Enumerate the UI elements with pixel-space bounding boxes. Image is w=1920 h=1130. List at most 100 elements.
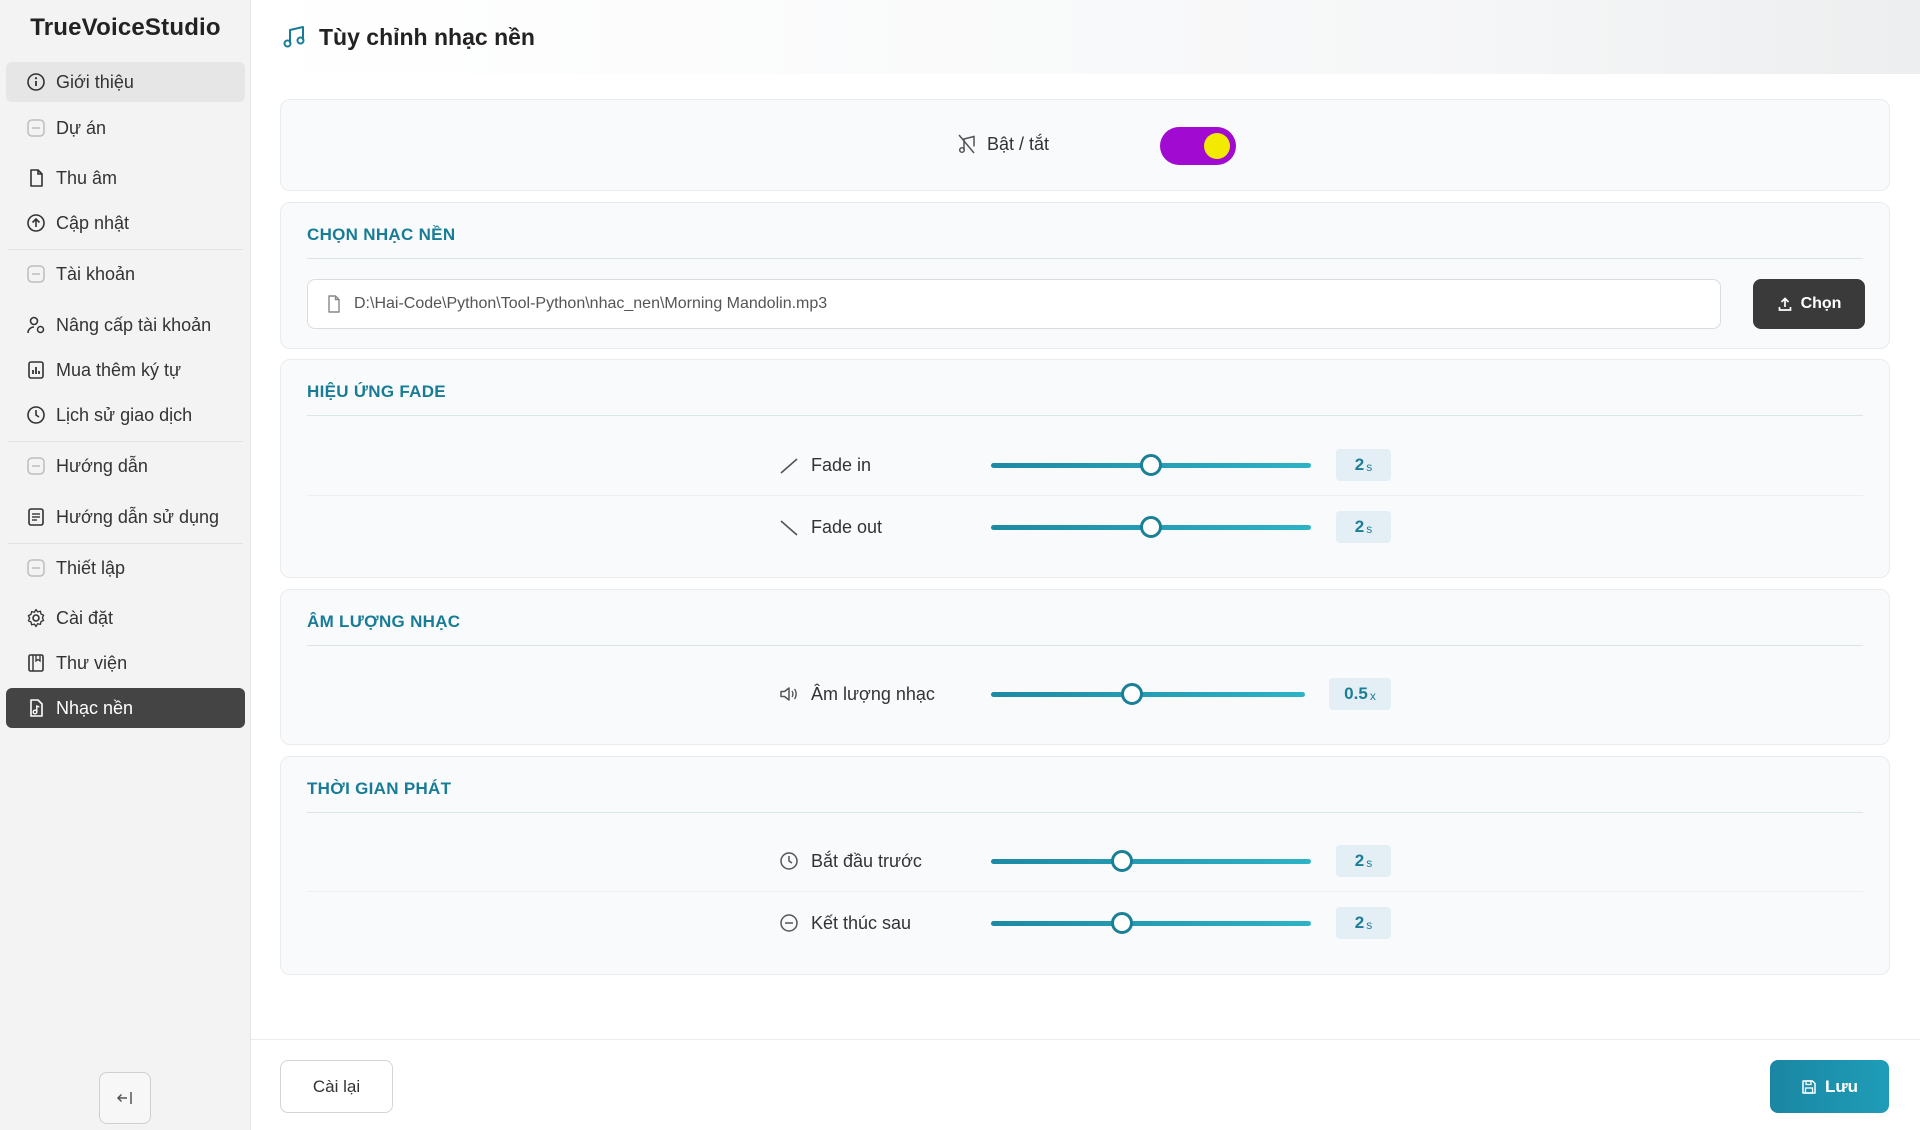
sidebar-item-label: Tài khoản xyxy=(56,263,136,284)
sidebar-item-thu-vien[interactable]: Thư viện xyxy=(6,643,245,683)
save-button-label: Lưu xyxy=(1824,1076,1859,1096)
end-after-value: 2 xyxy=(1354,913,1365,932)
end-after-label: Kết thúc sau xyxy=(811,913,912,933)
sidebar-item-label: Nhạc nền xyxy=(56,697,134,718)
clock-icon xyxy=(779,851,799,871)
sidebar-group-du-an[interactable]: Dự án xyxy=(6,108,245,148)
fade-out-value: 2 xyxy=(1354,517,1365,536)
sidebar-item-label: Thư viện xyxy=(56,652,128,673)
music-toggle-switch[interactable] xyxy=(1160,127,1236,165)
sidebar-item-label: Mua thêm ký tự xyxy=(56,359,182,380)
info-circle-icon xyxy=(26,72,46,92)
fade-out-label: Fade out xyxy=(811,517,883,537)
clock-history-icon xyxy=(26,405,46,425)
user-upgrade-icon xyxy=(26,315,46,335)
toggle-card: Bật / tắt xyxy=(280,99,1890,191)
choose-file-button[interactable]: Chọn xyxy=(1753,279,1865,329)
music-volume-control: Âm lượng nhạc 0.5 x xyxy=(779,674,1679,714)
fade-out-slider-thumb[interactable] xyxy=(1140,516,1162,538)
section-divider xyxy=(307,812,1863,813)
sidebar-item-gioi-thieu[interactable]: Giới thiệu xyxy=(6,62,245,102)
music-volume-unit: x xyxy=(1369,689,1376,703)
sidebar-item-label: Dự án xyxy=(56,117,107,138)
end-after-value-badge: 2s xyxy=(1336,907,1391,939)
save-button[interactable]: Lưu xyxy=(1770,1060,1889,1113)
sidebar-item-huong-dan-su-dung[interactable]: Hướng dẫn sử dụng xyxy=(6,497,245,537)
sidebar-item-nhac-nen[interactable]: Nhạc nền xyxy=(6,688,245,728)
toggle-label: Bật / tắt xyxy=(987,133,1050,154)
start-before-unit: s xyxy=(1366,856,1373,870)
minus-square-icon xyxy=(26,558,46,578)
fade-in-icon xyxy=(779,455,799,475)
toggle-row: Bật / tắt xyxy=(957,133,1049,155)
start-before-slider-track[interactable] xyxy=(991,859,1311,864)
collapse-sidebar-button[interactable] xyxy=(99,1072,151,1124)
gear-icon xyxy=(26,608,46,628)
section-title-thoi-gian-phat: THỜI GIAN PHÁT xyxy=(307,779,452,798)
sidebar-item-label: Nâng cấp tài khoản xyxy=(56,314,212,335)
chart-bar-icon xyxy=(26,360,46,380)
save-icon xyxy=(1801,1079,1817,1095)
sidebar-item-thu-am[interactable]: Thu âm xyxy=(6,158,245,198)
end-after-slider-track[interactable] xyxy=(991,921,1311,926)
volume-icon xyxy=(779,684,799,704)
section-divider xyxy=(307,415,1863,416)
start-before-value-badge: 2s xyxy=(1336,845,1391,877)
sidebar-item-label: Thiết lập xyxy=(56,557,126,578)
start-before-slider-thumb[interactable] xyxy=(1111,850,1134,872)
section-title-hieu-ung-fade: HIỆU ỨNG FADE xyxy=(307,382,446,401)
music-file-icon xyxy=(26,698,46,718)
file-path-field[interactable]: D:\Hai-Code\Python\Tool-Python\nhac_nen\… xyxy=(307,279,1721,329)
section-divider xyxy=(307,645,1863,646)
music-volume-value: 0.5 xyxy=(1344,684,1368,703)
sidebar-group-thiet-lap[interactable]: Thiết lập xyxy=(6,548,245,588)
sidebar-item-label: Lịch sử giao dịch xyxy=(56,404,193,425)
fade-in-unit: s xyxy=(1366,460,1373,474)
row-divider xyxy=(307,891,1863,892)
sidebar-item-lich-su-giao-dich[interactable]: Lịch sử giao dịch xyxy=(6,395,245,435)
minus-square-icon xyxy=(26,456,46,476)
music-volume-slider-track[interactable] xyxy=(991,692,1305,697)
fade-out-icon xyxy=(779,517,799,537)
file-icon xyxy=(26,168,46,188)
sidebar-item-cai-dat[interactable]: Cài đặt xyxy=(6,598,245,638)
end-after-slider-thumb[interactable] xyxy=(1111,912,1134,934)
collapse-left-icon xyxy=(116,1089,134,1107)
fade-out-control: Fade out 2s xyxy=(779,507,1679,547)
music-off-icon xyxy=(957,133,977,155)
music-volume-value-badge: 0.5 x xyxy=(1329,678,1391,710)
sidebar-item-mua-them-ky-tu[interactable]: Mua thêm ký tự xyxy=(6,350,245,390)
sidebar-item-cap-nhat[interactable]: Cập nhật xyxy=(6,203,245,243)
sidebar-divider xyxy=(8,249,243,250)
section-title-am-luong-nhac: ÂM LƯỢNG NHẠC xyxy=(307,612,461,631)
music-note-icon xyxy=(281,24,307,50)
start-before-value: 2 xyxy=(1354,851,1365,870)
file-path-text: D:\Hai-Code\Python\Tool-Python\nhac_nen\… xyxy=(354,295,828,312)
sidebar-group-huong-dan[interactable]: Hướng dẫn xyxy=(6,446,245,486)
page-title: Tùy chỉnh nhạc nền xyxy=(319,23,535,50)
sidebar-divider xyxy=(8,543,243,544)
end-after-unit: s xyxy=(1366,918,1373,932)
footer-divider xyxy=(251,1039,1920,1040)
sidebar-item-label: Cài đặt xyxy=(56,607,114,628)
reset-button-label: Cài lại xyxy=(312,1076,361,1096)
sidebar-group-tai-khoan[interactable]: Tài khoản xyxy=(6,254,245,294)
end-after-control: Kết thúc sau 2s xyxy=(779,903,1679,943)
sidebar-item-label: Thu âm xyxy=(56,167,118,188)
start-before-label: Bắt đầu trước xyxy=(811,851,922,871)
upload-icon xyxy=(1777,296,1793,312)
fade-effect-card: HIỆU ỨNG FADE Fade in 2s Fade out 2s xyxy=(280,359,1890,578)
reset-button[interactable]: Cài lại xyxy=(280,1060,393,1113)
start-before-control: Bắt đầu trước 2s xyxy=(779,841,1679,881)
app-brand: TrueVoiceStudio xyxy=(30,14,221,41)
sidebar-item-nang-cap-tai-khoan[interactable]: Nâng cấp tài khoản xyxy=(6,305,245,345)
minus-square-icon xyxy=(26,118,46,138)
playback-time-card: THỜI GIAN PHÁT Bắt đầu trước 2s Kết thúc… xyxy=(280,756,1890,975)
sidebar-item-label: Giới thiệu xyxy=(56,71,134,92)
music-volume-slider-thumb[interactable] xyxy=(1121,683,1144,705)
sidebar-item-label: Hướng dẫn xyxy=(56,455,148,476)
fade-in-slider-thumb[interactable] xyxy=(1140,454,1162,476)
section-title-chon-nhac-nen: CHỌN NHẠC NỀN xyxy=(307,225,456,244)
page-header: Tùy chỉnh nhạc nền xyxy=(251,0,1920,74)
sidebar: TrueVoiceStudio Giới thiệu Dự án Thu âm … xyxy=(0,0,251,1130)
